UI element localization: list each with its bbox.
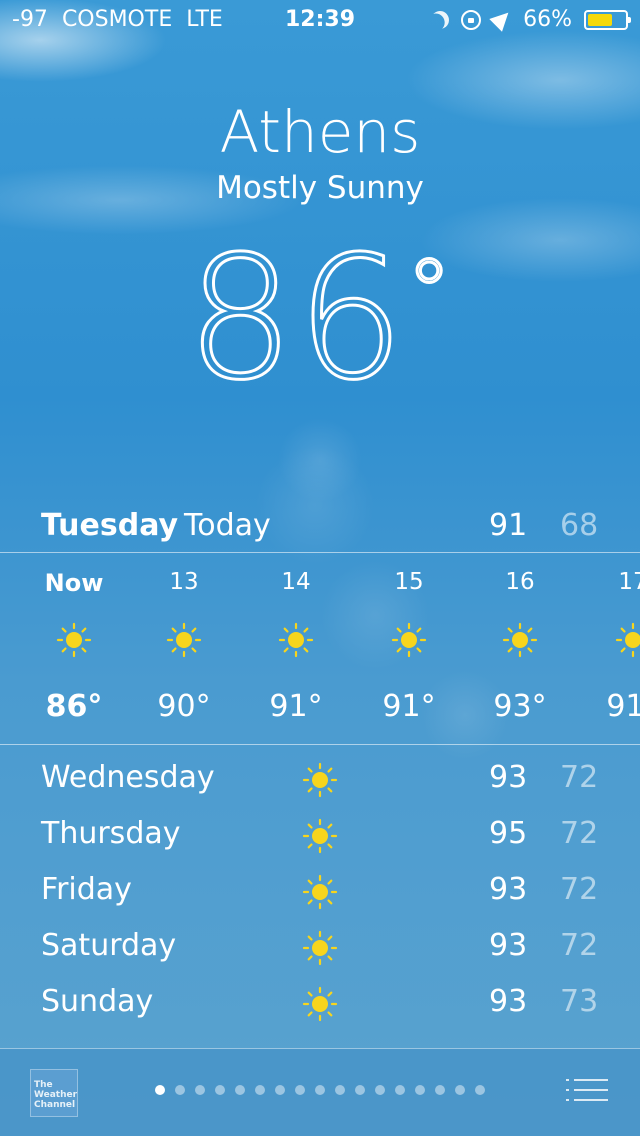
hour-temp: 90° (157, 689, 211, 724)
day-row: Friday 93 72 (0, 864, 640, 920)
sun-icon (502, 622, 538, 658)
page-dot[interactable] (255, 1085, 265, 1095)
day-name: Sunday (41, 984, 154, 1019)
page-dot[interactable] (295, 1085, 305, 1095)
day-low: 72 (560, 872, 599, 907)
logo-text-line: Channel (34, 1100, 76, 1110)
hour-temp: 91° (606, 689, 640, 724)
status-bar: -97 COSMOTE LTE 12:39 66% (0, 0, 640, 40)
day-low: 72 (560, 928, 599, 963)
sun-icon (302, 762, 338, 798)
hour-time: Now (44, 569, 104, 597)
bottom-toolbar: The Weather Channel (0, 1049, 640, 1136)
day-name: Friday (41, 872, 132, 907)
moon-icon (428, 8, 453, 33)
day-row: Sunday 93 73 (0, 976, 640, 1032)
day-high: 93 (489, 760, 528, 795)
weather-condition: Mostly Sunny (216, 170, 424, 206)
day-row: Saturday 93 72 (0, 920, 640, 976)
page-dot[interactable] (335, 1085, 345, 1095)
list-bullet (566, 1089, 569, 1091)
location-arrow-icon (489, 6, 515, 32)
hour-time: 15 (394, 569, 424, 595)
day-high: 95 (489, 816, 528, 851)
sun-icon (56, 622, 92, 658)
page-dot[interactable] (375, 1085, 385, 1095)
current-temperature: 86° (0, 219, 640, 420)
degree-symbol: ° (405, 239, 454, 347)
list-icon[interactable] (566, 1077, 608, 1105)
list-line (574, 1089, 608, 1091)
battery-percent: 66% (523, 7, 572, 32)
divider (0, 744, 640, 745)
day-name: Wednesday (41, 760, 215, 795)
sun-icon (278, 622, 314, 658)
battery-fill (588, 14, 612, 26)
page-dot[interactable] (235, 1085, 245, 1095)
day-row: Thursday 95 72 (0, 808, 640, 864)
hourly-forecast[interactable]: Now 86° 13 90° 14 91° 15 91° 16 93° 17 9… (0, 554, 640, 744)
battery-icon (584, 10, 631, 30)
city-name: Athens (219, 98, 421, 166)
page-dot[interactable] (415, 1085, 425, 1095)
today-day: Tuesday (41, 508, 179, 543)
hour-time: 14 (281, 569, 311, 595)
list-bullet (566, 1079, 569, 1081)
sun-icon (391, 622, 427, 658)
sun-icon (615, 622, 640, 658)
page-indicator[interactable] (155, 1085, 485, 1095)
day-low: 72 (560, 816, 599, 851)
day-high: 93 (489, 928, 528, 963)
sun-icon (302, 930, 338, 966)
day-high: 93 (489, 984, 528, 1019)
sun-icon (302, 874, 338, 910)
page-dot[interactable] (435, 1085, 445, 1095)
logo-text-line: Weather (34, 1090, 78, 1100)
today-high: 91 (489, 508, 528, 543)
divider (0, 552, 640, 553)
weather-channel-logo[interactable]: The Weather Channel (30, 1069, 78, 1117)
page-dot[interactable] (455, 1085, 465, 1095)
sun-icon (302, 986, 338, 1022)
hour-time: 13 (169, 569, 199, 595)
day-name: Thursday (41, 816, 181, 851)
day-low: 73 (560, 984, 599, 1019)
current-temperature-value: 86 (185, 219, 407, 420)
hour-time: 16 (505, 569, 535, 595)
logo-text-line: The (34, 1080, 53, 1090)
hour-temp: 91° (382, 689, 436, 724)
list-bullet (566, 1099, 569, 1101)
day-low: 72 (560, 760, 599, 795)
page-dot[interactable] (315, 1085, 325, 1095)
today-label: Today (184, 508, 271, 543)
day-row: Wednesday 93 72 (0, 752, 640, 808)
list-line (574, 1079, 608, 1081)
page-dot[interactable] (215, 1085, 225, 1095)
hour-temp: 91° (269, 689, 323, 724)
page-dot[interactable] (395, 1085, 405, 1095)
orientation-lock-icon (461, 10, 482, 30)
page-dot[interactable] (355, 1085, 365, 1095)
page-dot[interactable] (275, 1085, 285, 1095)
sun-icon (166, 622, 202, 658)
today-summary: Tuesday Today 91 68 (0, 500, 640, 550)
day-name: Saturday (41, 928, 177, 963)
list-line (574, 1099, 608, 1101)
hour-time: 17 (618, 569, 640, 595)
page-dot[interactable] (155, 1085, 165, 1095)
hour-temp: 86° (45, 689, 103, 724)
page-dot[interactable] (175, 1085, 185, 1095)
page-dot[interactable] (195, 1085, 205, 1095)
today-low: 68 (560, 508, 599, 543)
sun-icon (302, 818, 338, 854)
page-dot[interactable] (475, 1085, 485, 1095)
hour-temp: 93° (493, 689, 547, 724)
day-high: 93 (489, 872, 528, 907)
status-right: 66% (428, 0, 631, 40)
